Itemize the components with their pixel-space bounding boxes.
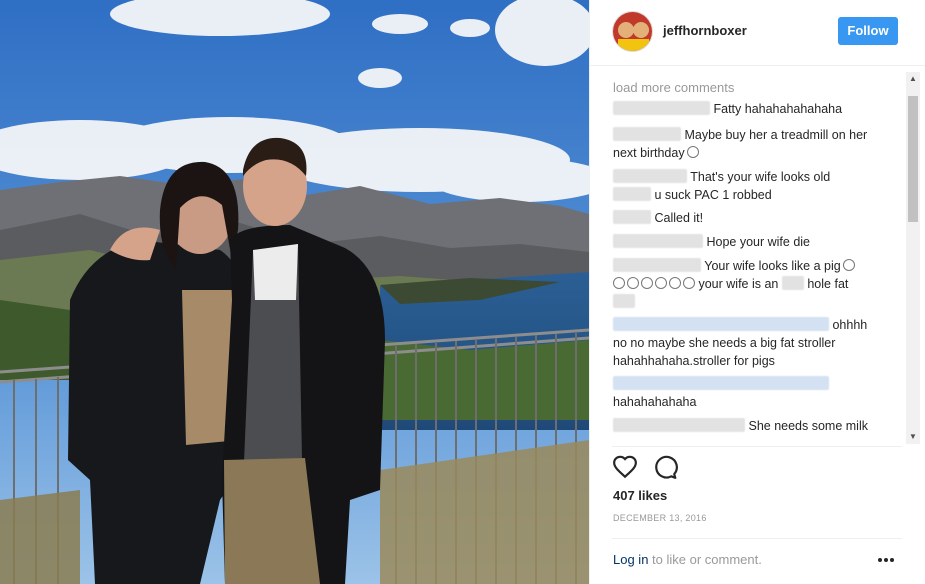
comment-text: Your wife looks like a pig [704, 259, 841, 273]
comment-item: your wife is an hole fat [613, 275, 885, 293]
redacted-username [613, 187, 651, 201]
redacted-username [613, 234, 703, 248]
heart-icon[interactable] [612, 454, 638, 480]
redacted-username [613, 169, 687, 183]
post-photo[interactable] [0, 0, 589, 584]
login-prompt-text: to like or comment. [648, 552, 762, 567]
follow-button[interactable]: Follow [838, 17, 898, 45]
redacted-word [613, 294, 635, 308]
side-panel: jeffhornboxer Follow load more comments … [589, 0, 925, 584]
redacted-username [613, 418, 745, 432]
redacted-username [613, 101, 710, 115]
comments-list: load more comments Fatty hahahahahahaha … [590, 72, 904, 444]
pig-emoji-icon [842, 259, 855, 271]
comment-item: Fatty hahahahahahaha [613, 100, 885, 118]
comment-item: That's your wife looks old [613, 168, 885, 186]
comment-text: That's your wife looks old [690, 170, 831, 184]
load-more-comments-link[interactable]: load more comments [613, 80, 734, 95]
scroll-down-icon[interactable]: ▼ [906, 430, 920, 444]
divider [612, 538, 902, 539]
scroll-thumb[interactable] [908, 96, 918, 222]
comment-item [613, 293, 885, 311]
comment-item: Called it! [613, 209, 885, 227]
redacted-username [613, 317, 829, 331]
comment-text: ohhhh [832, 318, 868, 332]
redacted-username [613, 210, 651, 224]
comment-item: u suck PAC 1 robbed [613, 186, 885, 204]
username[interactable]: jeffhornboxer [663, 23, 747, 38]
emoji-icon [613, 277, 625, 289]
emoji-icon [641, 277, 653, 289]
comment-text: Called it! [654, 211, 704, 225]
comment-item: She needs some milk [613, 417, 885, 435]
login-link[interactable]: Log in [613, 552, 648, 567]
comment-text: u suck PAC 1 robbed [654, 188, 772, 202]
grimace-emoji-icon [686, 146, 699, 158]
comment-text: hahahhahaha.stroller for pigs [613, 354, 775, 368]
comment-item [613, 375, 885, 393]
post-header: jeffhornboxer Follow [590, 0, 925, 66]
login-prompt: Log in to like or comment. [613, 552, 762, 567]
comment-item: hahahahahaha [613, 393, 885, 411]
comment-icon[interactable] [652, 454, 678, 480]
avatar[interactable] [612, 11, 653, 52]
comments-scrollbar[interactable]: ▲ ▼ [906, 72, 920, 444]
comment-item: Maybe buy her a treadmill on her next bi… [613, 126, 885, 162]
likes-count[interactable]: 407 likes [613, 488, 667, 503]
avatar-image [613, 12, 652, 51]
comment-text: your wife is an [698, 277, 779, 291]
emoji-icon [669, 277, 681, 289]
comment-item: ohhhh [613, 316, 885, 334]
more-icon[interactable] [878, 558, 896, 564]
comment-item: hahahhahaha.stroller for pigs [613, 352, 885, 370]
post-actions: 407 likes DECEMBER 13, 2016 Log in to li… [590, 446, 925, 584]
comment-text: hahahahahaha [613, 395, 697, 409]
comment-text: She needs some milk [748, 419, 868, 433]
emoji-icon [683, 277, 695, 289]
emoji-icon [655, 277, 667, 289]
redacted-username [613, 376, 829, 390]
scroll-up-icon[interactable]: ▲ [906, 72, 920, 86]
comment-item: Your wife looks like a pig [613, 257, 885, 275]
post-date: DECEMBER 13, 2016 [613, 513, 707, 523]
comment-text: no no maybe she needs a big fat stroller [613, 336, 836, 350]
divider [612, 446, 902, 447]
comment-text: hole fat [807, 277, 849, 291]
comment-text: Hope your wife die [706, 235, 811, 249]
redacted-username [613, 127, 681, 141]
emoji-icon [627, 277, 639, 289]
comment-text: Fatty hahahahahahaha [713, 102, 843, 116]
redacted-username [613, 258, 701, 272]
comment-item: no no maybe she needs a big fat stroller [613, 334, 885, 352]
comment-item: Hope your wife die [613, 233, 885, 251]
redacted-word [781, 276, 804, 290]
photo-scene [0, 0, 589, 584]
